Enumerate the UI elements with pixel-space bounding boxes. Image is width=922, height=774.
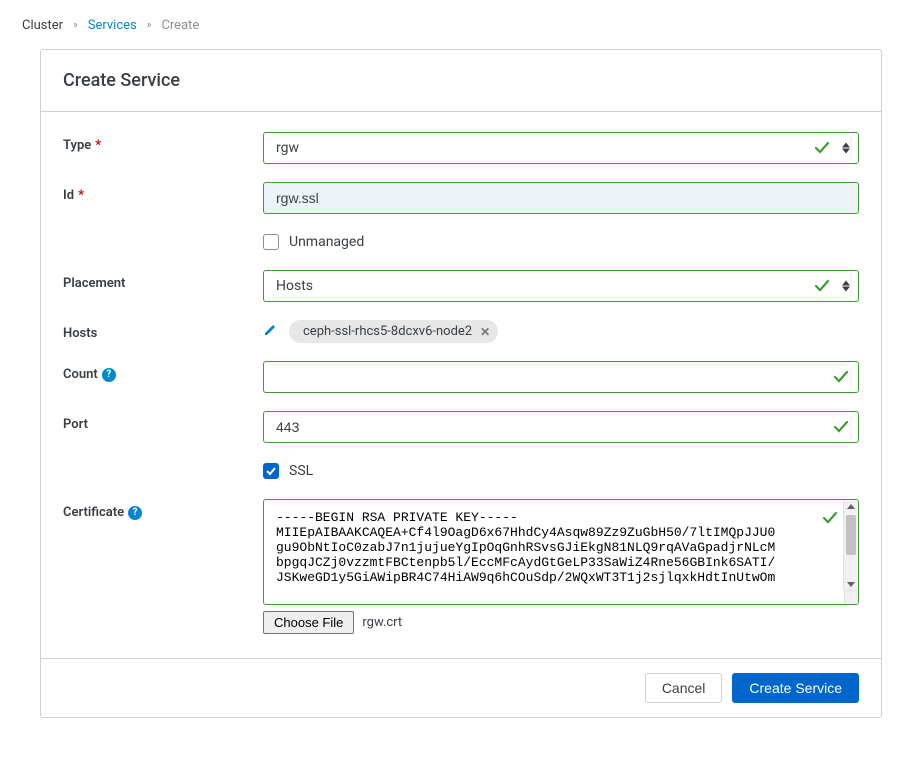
input-col-type: rgw	[263, 132, 859, 164]
select-chevron-icon	[842, 143, 850, 154]
host-tag: ceph-ssl-rhcs5-8dcxv6-node2 ✕	[289, 320, 498, 343]
unmanaged-checkbox-row: Unmanaged	[263, 232, 859, 252]
input-col-certificate: Choose File rgw.crt	[263, 499, 859, 634]
breadcrumb: Cluster » Services » Create	[22, 18, 900, 33]
check-icon	[833, 369, 849, 385]
create-service-button[interactable]: Create Service	[732, 673, 859, 703]
required-icon: *	[78, 188, 84, 203]
input-col-ssl: SSL	[263, 461, 859, 481]
placement-select[interactable]: Hosts	[263, 270, 859, 302]
id-input[interactable]	[263, 182, 859, 214]
row-type: Type * rgw	[63, 132, 859, 164]
breadcrumb-create: Create	[161, 18, 199, 33]
type-select[interactable]: rgw	[263, 132, 859, 164]
breadcrumb-sep: »	[147, 20, 152, 31]
check-icon	[814, 140, 830, 156]
ssl-checkbox-row: SSL	[263, 461, 859, 481]
row-unmanaged: Unmanaged	[63, 232, 859, 252]
required-icon: *	[95, 138, 101, 153]
label-count-text: Count	[63, 367, 98, 382]
type-select-value: rgw	[276, 140, 299, 156]
card-title: Create Service	[41, 50, 881, 112]
label-unmanaged-spacer	[63, 232, 263, 238]
check-icon	[833, 419, 849, 435]
label-certificate: Certificate ?	[63, 499, 263, 520]
hosts-tag-area: ceph-ssl-rhcs5-8dcxv6-node2 ✕	[263, 320, 859, 343]
choose-file-button[interactable]: Choose File	[263, 611, 354, 634]
label-count: Count ?	[63, 361, 263, 382]
check-icon	[822, 510, 838, 530]
input-col-port	[263, 411, 859, 443]
select-chevron-icon	[842, 281, 850, 292]
input-col-unmanaged: Unmanaged	[263, 232, 859, 252]
host-tag-label: ceph-ssl-rhcs5-8dcxv6-node2	[303, 324, 472, 339]
label-placement: Placement	[63, 270, 263, 291]
label-placement-text: Placement	[63, 276, 125, 291]
certificate-textarea-wrap	[263, 499, 859, 605]
row-ssl: SSL	[63, 461, 859, 481]
check-icon	[814, 278, 830, 294]
label-id-text: Id	[63, 188, 74, 203]
breadcrumb-services[interactable]: Services	[88, 18, 137, 33]
cancel-button[interactable]: Cancel	[645, 673, 723, 703]
label-hosts: Hosts	[63, 320, 263, 341]
label-type: Type *	[63, 132, 263, 153]
label-type-text: Type	[63, 138, 91, 153]
ssl-label: SSL	[289, 463, 313, 479]
certificate-textarea[interactable]	[264, 500, 858, 604]
card-footer: Cancel Create Service	[41, 658, 881, 717]
help-icon[interactable]: ?	[102, 368, 116, 382]
row-certificate: Certificate ? Choose File	[63, 499, 859, 634]
create-service-card: Create Service Type * rgw Id	[40, 49, 882, 718]
help-icon[interactable]: ?	[128, 506, 142, 520]
card-body: Type * rgw Id *	[41, 112, 881, 658]
unmanaged-checkbox[interactable]	[263, 234, 279, 250]
label-hosts-text: Hosts	[63, 326, 97, 341]
remove-host-icon[interactable]: ✕	[480, 325, 490, 339]
row-port: Port	[63, 411, 859, 443]
chosen-file-name: rgw.crt	[362, 615, 402, 630]
textarea-resizer[interactable]	[844, 590, 858, 604]
row-count: Count ?	[63, 361, 859, 393]
ssl-checkbox[interactable]	[263, 463, 279, 479]
breadcrumb-sep: »	[73, 20, 78, 31]
label-certificate-text: Certificate	[63, 505, 124, 520]
input-col-count	[263, 361, 859, 393]
breadcrumb-cluster: Cluster	[22, 18, 63, 33]
placement-select-value: Hosts	[276, 278, 313, 294]
input-col-id	[263, 182, 859, 214]
certificate-file-row: Choose File rgw.crt	[263, 611, 859, 634]
label-port-text: Port	[63, 417, 88, 432]
label-ssl-spacer	[63, 461, 263, 467]
row-placement: Placement Hosts	[63, 270, 859, 302]
row-id: Id *	[63, 182, 859, 214]
count-input[interactable]	[263, 361, 859, 393]
row-hosts: Hosts ceph-ssl-rhcs5-8dcxv6-node2 ✕	[63, 320, 859, 343]
scroll-up-icon[interactable]	[847, 504, 855, 509]
label-id: Id *	[63, 182, 263, 203]
input-col-placement: Hosts	[263, 270, 859, 302]
port-input[interactable]	[263, 411, 859, 443]
label-port: Port	[63, 411, 263, 432]
edit-hosts-icon[interactable]	[263, 323, 277, 341]
scroll-down-icon[interactable]	[847, 582, 855, 587]
input-col-hosts: ceph-ssl-rhcs5-8dcxv6-node2 ✕	[263, 320, 859, 343]
textarea-scrollbar[interactable]	[843, 501, 857, 590]
unmanaged-label: Unmanaged	[289, 234, 364, 250]
